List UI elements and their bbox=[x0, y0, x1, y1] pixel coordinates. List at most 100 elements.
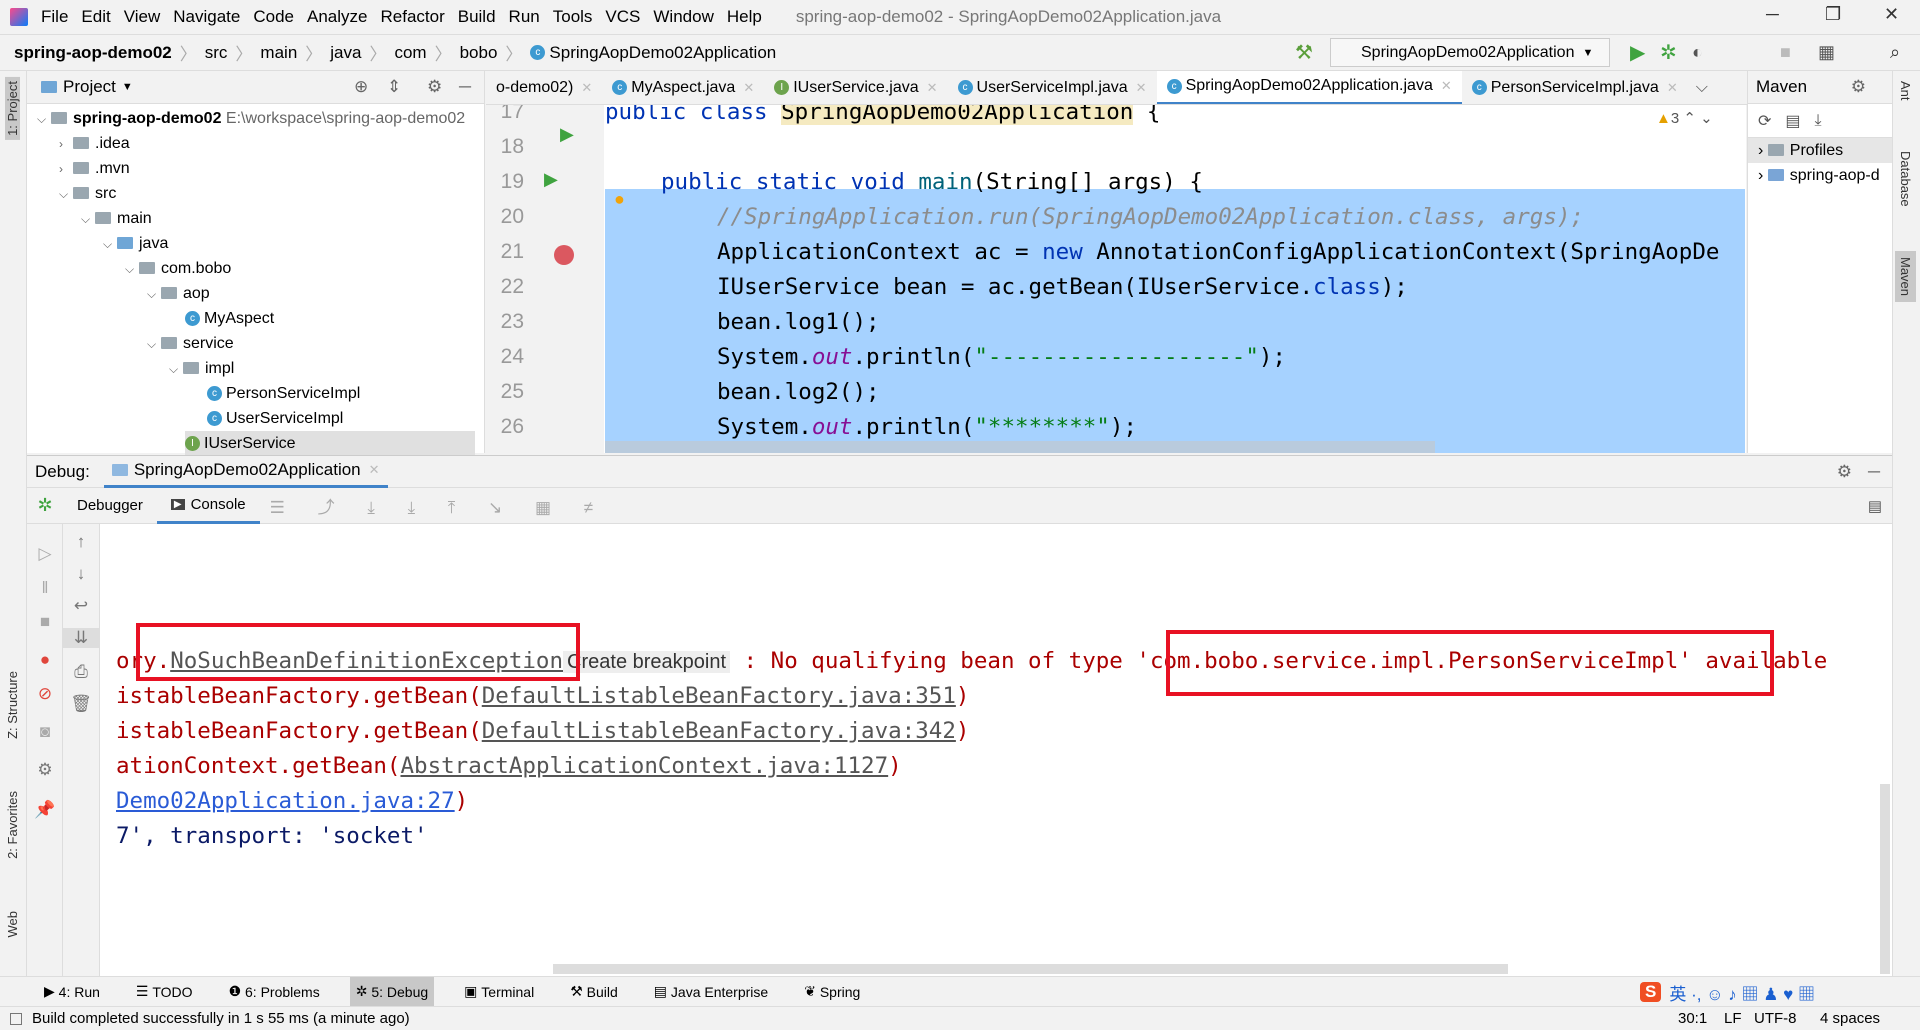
menu-navigate[interactable]: Navigate bbox=[173, 7, 240, 27]
maven-item-project[interactable]: › spring-aop-d bbox=[1748, 163, 1892, 188]
status-message[interactable]: Build completed successfully in 1 s 55 m… bbox=[32, 1010, 410, 1027]
caret-position[interactable]: 30:1 bbox=[1678, 1010, 1707, 1027]
step-actions-icons[interactable]: ☰ ⤴ ⤓ ⤓ ⤒ ↘ ▦ ≠ bbox=[270, 493, 607, 518]
collapse-icon[interactable]: ⇕ bbox=[387, 77, 401, 97]
menu-edit[interactable]: Edit bbox=[81, 7, 110, 27]
side-tab-project[interactable]: 1: Project bbox=[5, 77, 20, 140]
tabs-overflow-icon[interactable]: ⌵ bbox=[1696, 79, 1708, 97]
tool-tab-problems[interactable]: ❶ 6: Problems bbox=[223, 977, 326, 1007]
breadcrumb-item[interactable]: java bbox=[330, 43, 361, 63]
side-tab-web[interactable]: Web bbox=[5, 911, 20, 938]
chevron-down-icon[interactable]: ▼ bbox=[122, 81, 133, 93]
tree-item[interactable]: › .mvn bbox=[59, 156, 130, 181]
breadcrumb-item[interactable]: main bbox=[260, 43, 297, 63]
tool-tab-spring[interactable]: ❦ Spring bbox=[798, 977, 866, 1007]
source-link[interactable]: DefaultListableBeanFactory.java:351 bbox=[482, 683, 956, 709]
breadcrumb-item[interactable]: bobo bbox=[460, 43, 498, 63]
tree-item[interactable]: ⌵ impl bbox=[169, 356, 234, 381]
source-link[interactable]: DefaultListableBeanFactory.java:342 bbox=[482, 718, 956, 744]
tab-debugger[interactable]: Debugger bbox=[63, 488, 157, 524]
breadcrumb-item[interactable]: spring-aop-demo02 bbox=[14, 43, 172, 63]
view-breakpoints-icon[interactable]: ● bbox=[27, 650, 63, 670]
tree-item[interactable]: ⌵ service bbox=[147, 331, 234, 356]
tree-item[interactable]: ⌵ src bbox=[59, 181, 116, 206]
menu-help[interactable]: Help bbox=[727, 7, 762, 27]
console-output[interactable]: ory.NoSuchBeanDefinitionException Create … bbox=[100, 524, 1892, 976]
pause-icon[interactable]: ‖ bbox=[27, 578, 63, 598]
mute-breakpoints-icon[interactable]: ⊘ bbox=[27, 684, 63, 704]
stop-icon[interactable]: ■ bbox=[27, 612, 63, 632]
tool-tab-todo[interactable]: ☰ TODO bbox=[130, 977, 199, 1007]
breadcrumb-item[interactable]: com bbox=[394, 43, 426, 63]
settings-icon[interactable]: ⚙ bbox=[27, 760, 63, 780]
tree-item-root[interactable]: ⌵ spring-aop-demo02 E:\workspace\spring-a… bbox=[37, 106, 465, 131]
hide-icon[interactable]: ─ bbox=[1868, 462, 1880, 482]
tree-item[interactable]: ⌵ java bbox=[103, 231, 168, 256]
tab-myaspect[interactable]: c MyAspect.java ✕ bbox=[602, 71, 764, 104]
restore-icon[interactable]: ❐ bbox=[1825, 4, 1841, 25]
indent-setting[interactable]: 4 spaces bbox=[1820, 1010, 1880, 1027]
resume-icon[interactable]: ▷ bbox=[27, 544, 63, 564]
source-link[interactable]: Demo02Application.java:27 bbox=[116, 788, 455, 814]
run-icon[interactable]: ▶ bbox=[1630, 40, 1645, 65]
coverage-icon[interactable]: ◐ bbox=[1692, 42, 1703, 63]
project-structure-icon[interactable]: ▦ bbox=[1818, 42, 1835, 63]
up-arrow-icon[interactable]: ↑ bbox=[63, 532, 99, 552]
lightbulb-icon[interactable]: ● bbox=[614, 189, 625, 210]
menu-window[interactable]: Window bbox=[653, 7, 713, 27]
tab-springaopdemo02application[interactable]: c SpringAopDemo02Application.java ✕ bbox=[1156, 71, 1462, 104]
breakpoint-icon[interactable] bbox=[554, 245, 574, 265]
debug-icon[interactable]: ✲ bbox=[1660, 40, 1677, 65]
down-arrow-icon[interactable]: ↓ bbox=[63, 564, 99, 584]
maven-item-profiles[interactable]: › Profiles bbox=[1748, 138, 1892, 163]
source-link[interactable]: AbstractApplicationContext.java:1127 bbox=[400, 753, 888, 779]
menu-refactor[interactable]: Refactor bbox=[380, 7, 444, 27]
warnings-indicator[interactable]: ▲3 ⌃ ⌄ bbox=[1656, 109, 1713, 127]
tab-personserviceimpl[interactable]: c PersonServiceImpl.java ✕ bbox=[1462, 71, 1688, 104]
line-separator[interactable]: LF bbox=[1724, 1010, 1742, 1027]
layout-icon[interactable]: ▤ bbox=[1868, 497, 1882, 515]
tree-item[interactable]: c MyAspect bbox=[185, 306, 274, 331]
horizontal-scrollbar[interactable] bbox=[553, 964, 1508, 974]
clear-all-icon[interactable]: 🗑 bbox=[63, 694, 99, 714]
soft-wrap-icon[interactable]: ↩ bbox=[63, 596, 99, 616]
menu-view[interactable]: View bbox=[124, 7, 161, 27]
search-icon[interactable]: ⌕ bbox=[1890, 42, 1900, 63]
add-maven-project-icon[interactable]: ▤ bbox=[1785, 111, 1800, 131]
menu-file[interactable]: File bbox=[41, 7, 68, 27]
horizontal-scrollbar[interactable] bbox=[605, 441, 1435, 453]
tool-tab-terminal[interactable]: ▣ Terminal bbox=[458, 977, 540, 1007]
menu-code[interactable]: Code bbox=[253, 7, 294, 27]
breadcrumb-item[interactable]: src bbox=[205, 43, 228, 63]
debug-session-tab[interactable]: SpringAopDemo02Application ✕ bbox=[103, 455, 388, 488]
gear-icon[interactable]: ⚙ bbox=[1837, 462, 1852, 482]
hide-icon[interactable]: ─ bbox=[459, 77, 471, 97]
side-tab-database[interactable]: Database bbox=[1898, 151, 1913, 207]
code-editor[interactable]: ▲3 ⌃ ⌄ 17 18 19 20 21 22 23 24 25 26 ▶ ▶… bbox=[486, 105, 1746, 453]
camera-icon[interactable]: ◙ bbox=[27, 722, 63, 742]
tree-item[interactable]: ⌵ aop bbox=[147, 281, 210, 306]
menu-run[interactable]: Run bbox=[509, 7, 540, 27]
tree-item[interactable]: › .idea bbox=[59, 131, 130, 156]
reload-icon[interactable]: ⟳ bbox=[1758, 111, 1771, 131]
minimize-icon[interactable]: ─ bbox=[1766, 4, 1779, 25]
run-gutter-icon[interactable]: ▶ bbox=[560, 124, 574, 145]
tree-item[interactable]: I IUserService bbox=[185, 431, 475, 456]
breadcrumb-item[interactable]: SpringAopDemo02Application bbox=[549, 43, 776, 63]
menu-vcs[interactable]: VCS bbox=[605, 7, 640, 27]
side-tab-favorites[interactable]: 2: Favorites bbox=[5, 791, 20, 859]
run-gutter-icon[interactable]: ▶ bbox=[544, 169, 558, 190]
pin-icon[interactable]: 📌 bbox=[27, 800, 63, 820]
close-icon[interactable]: ✕ bbox=[1884, 4, 1899, 25]
tree-item[interactable]: ⌵ com.bobo bbox=[125, 256, 231, 281]
project-title[interactable]: Project bbox=[63, 77, 116, 97]
status-icon[interactable] bbox=[10, 1012, 22, 1025]
tab-partial[interactable]: o-demo02) ✕ bbox=[486, 71, 602, 104]
gear-icon[interactable]: ⚙ bbox=[1851, 77, 1866, 97]
download-icon[interactable]: ⤓ bbox=[1815, 112, 1822, 130]
side-tab-ant[interactable]: Ant bbox=[1898, 81, 1913, 101]
stop-icon[interactable]: ■ bbox=[1780, 42, 1791, 63]
scroll-to-end-icon[interactable]: ⇊ bbox=[63, 628, 99, 648]
ime-toolbar[interactable]: S 英 ·, ☺ ♪ ▦ ♟ ♥ ▦ bbox=[1640, 977, 1815, 1007]
tree-item[interactable]: ⌵ main bbox=[81, 206, 152, 231]
